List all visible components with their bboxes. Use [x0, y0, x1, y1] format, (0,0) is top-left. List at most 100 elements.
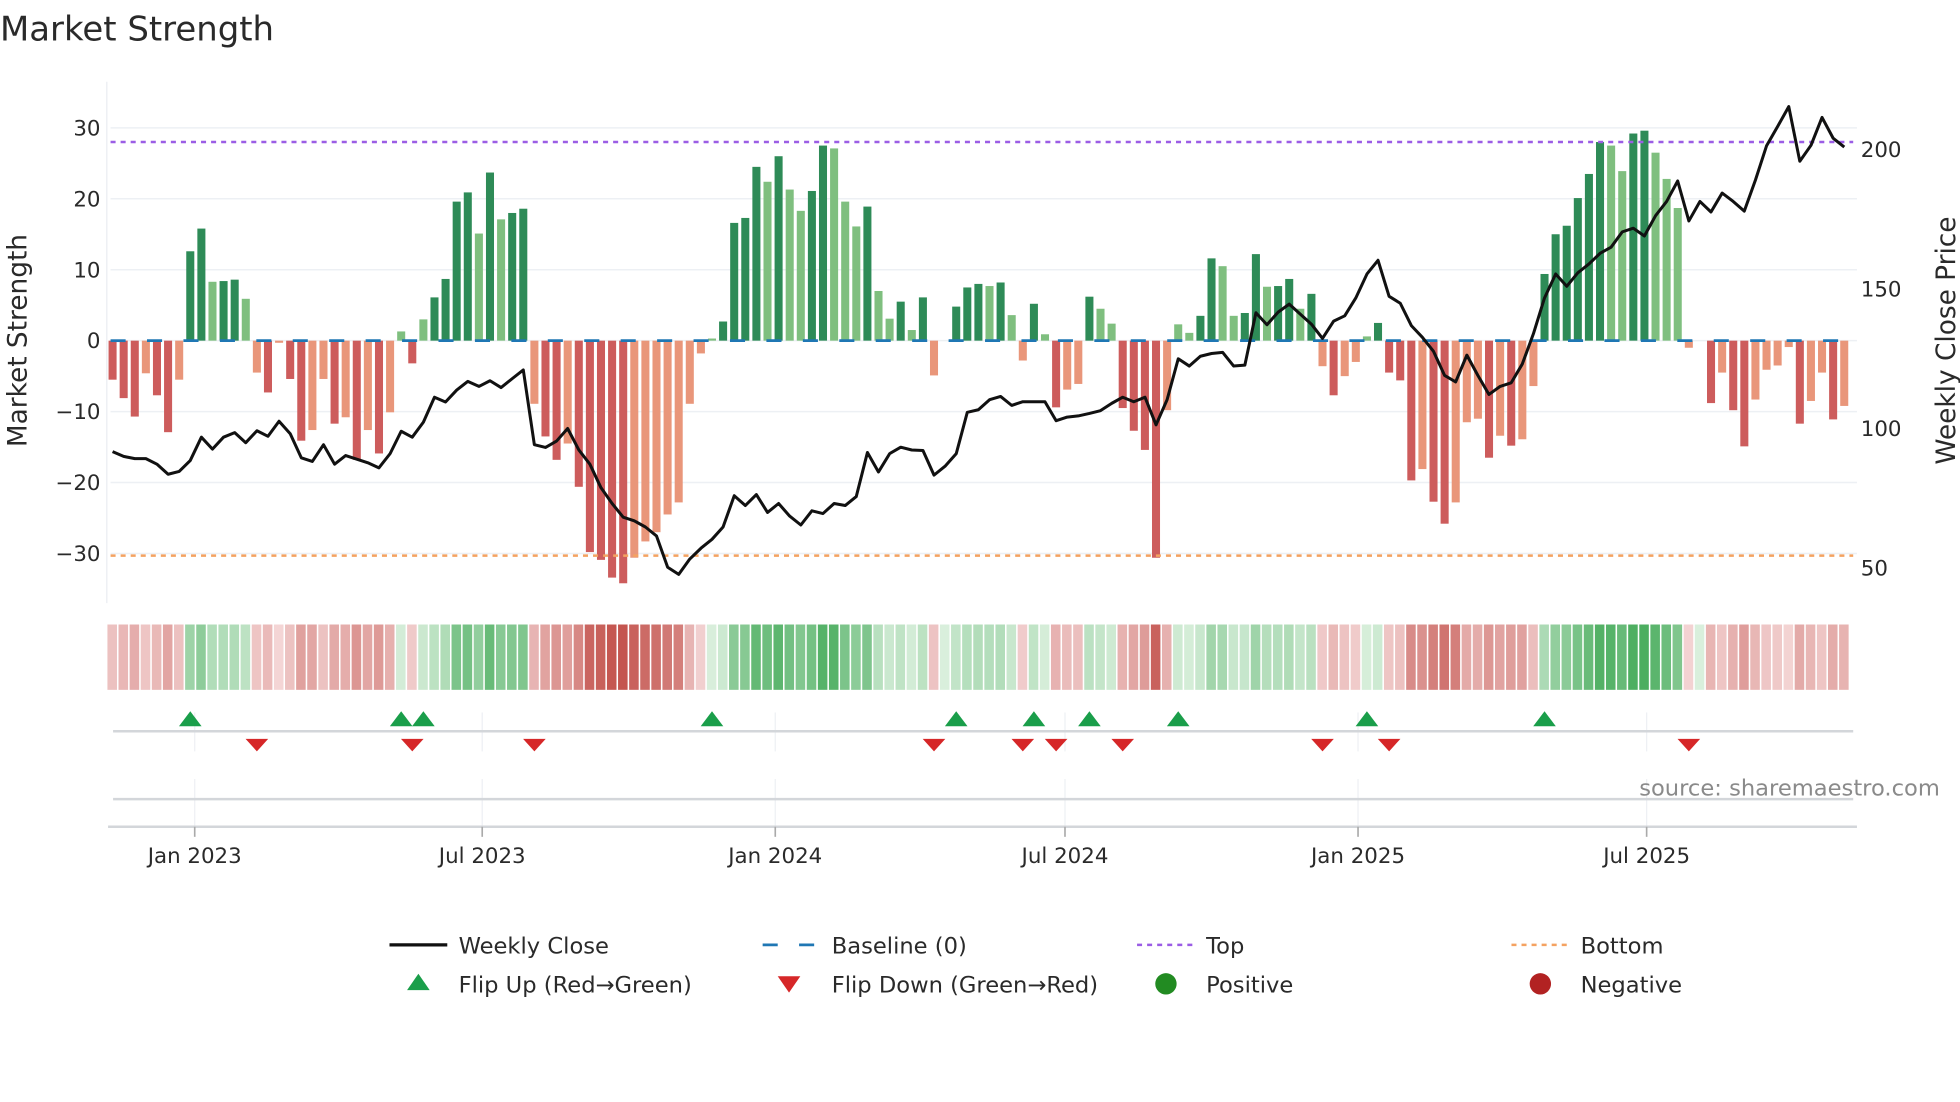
- heat-cell: [174, 624, 184, 690]
- heat-cell: [196, 624, 206, 690]
- heat-cell: [351, 624, 362, 690]
- heat-cell: [1550, 624, 1561, 690]
- left-tick-label: 10: [73, 258, 100, 283]
- heat-cell: [1506, 624, 1516, 690]
- strength-bar: [1129, 340, 1138, 431]
- flip-up-marker: [389, 711, 413, 727]
- strength-bar: [1651, 152, 1660, 341]
- legend-negative-icon: [1529, 973, 1552, 995]
- heat-cell: [218, 624, 228, 690]
- strength-bar: [308, 340, 317, 431]
- right-tick-label: 100: [1861, 417, 1902, 442]
- strength-bar: [374, 340, 384, 454]
- strength-bar: [241, 298, 250, 341]
- strength-bar: [741, 217, 750, 341]
- flip-down-marker: [1377, 738, 1401, 752]
- heat-cell: [1050, 624, 1061, 690]
- strength-bar: [1029, 303, 1038, 341]
- heat-cell: [462, 624, 473, 690]
- heat-cell: [529, 624, 539, 690]
- heat-cell: [1195, 624, 1205, 690]
- heat-cell: [285, 624, 295, 690]
- heat-cell: [1827, 624, 1838, 690]
- heat-cell: [784, 624, 795, 690]
- strength-bar: [1340, 340, 1349, 377]
- heat-cell: [740, 624, 750, 690]
- heat-cell: [1705, 624, 1716, 690]
- strength-bar: [485, 172, 495, 341]
- heat-cell: [1150, 624, 1161, 690]
- strength-bar: [175, 340, 184, 380]
- strength-bar: [1507, 340, 1516, 446]
- strength-bar: [619, 340, 628, 584]
- heat-cell: [429, 624, 439, 690]
- strength-bar: [1629, 133, 1638, 341]
- strength-bar: [1795, 340, 1804, 424]
- heat-cell: [606, 624, 617, 690]
- heat-cell: [207, 624, 217, 690]
- x-tick-label: Jul 2023: [437, 844, 526, 869]
- heat-cell: [151, 624, 162, 690]
- right-tick-label: 150: [1861, 278, 1902, 303]
- heat-cell: [1073, 624, 1083, 690]
- strength-bar: [1740, 340, 1749, 447]
- strength-bar: [985, 286, 994, 341]
- strength-bar: [907, 330, 916, 341]
- heat-cell: [1350, 624, 1361, 690]
- heat-cell: [1361, 624, 1372, 690]
- heat-cell: [1650, 624, 1660, 690]
- strength-bar: [1307, 293, 1316, 341]
- strength-bar: [352, 340, 361, 460]
- heat-cell: [751, 624, 761, 690]
- heat-cell: [251, 624, 262, 690]
- strength-bar: [1407, 340, 1416, 481]
- strength-bar: [707, 338, 717, 341]
- strength-bar: [508, 212, 517, 341]
- heat-cell: [595, 624, 606, 690]
- flip-up-marker: [178, 711, 202, 727]
- flip-down-marker: [1044, 738, 1068, 752]
- heat-cell: [1139, 624, 1150, 690]
- heat-cell: [1605, 624, 1616, 690]
- heat-cell: [118, 624, 129, 690]
- heat-cell: [695, 624, 706, 690]
- heat-cell: [440, 624, 450, 690]
- heat-cell: [1739, 624, 1749, 690]
- strength-bar: [1751, 340, 1760, 400]
- strength-bar: [896, 301, 905, 341]
- flip-down-marker: [1311, 738, 1334, 752]
- heat-cell: [1839, 624, 1849, 690]
- strength-bar: [1806, 340, 1815, 401]
- strength-heat-strip: [107, 624, 1849, 690]
- left-tick-label: 20: [73, 187, 100, 212]
- legend-baseline-label: Baseline (0): [832, 934, 967, 960]
- strength-bar: [818, 145, 828, 341]
- strength-bar: [719, 321, 728, 341]
- flip-up-marker: [1022, 711, 1046, 727]
- heat-cell: [951, 624, 961, 690]
- heat-cell: [906, 624, 917, 690]
- strength-bar: [1818, 340, 1827, 373]
- strength-bar: [1618, 171, 1627, 341]
- heat-cell: [362, 624, 373, 690]
- heat-cell: [407, 624, 417, 690]
- heat-cell: [1694, 624, 1705, 690]
- heat-cell: [1528, 624, 1538, 690]
- strength-bar: [929, 340, 939, 376]
- strength-bar: [574, 340, 583, 487]
- strength-bar: [286, 340, 295, 379]
- heat-cell: [473, 624, 484, 690]
- flip-down-marker: [523, 738, 546, 752]
- strength-bar: [918, 297, 927, 341]
- right-tick-label: 50: [1861, 557, 1888, 582]
- left-tick-label: 30: [73, 116, 100, 141]
- heat-cell: [962, 624, 972, 690]
- strength-bar: [497, 219, 506, 341]
- heat-cell: [1328, 624, 1339, 690]
- strength-bar: [674, 340, 683, 503]
- heat-cell: [1372, 624, 1383, 690]
- strength-bar: [1018, 340, 1027, 361]
- x-tick-label: Jul 2025: [1601, 844, 1690, 869]
- strength-bar: [319, 340, 328, 379]
- strength-bar: [1485, 340, 1494, 458]
